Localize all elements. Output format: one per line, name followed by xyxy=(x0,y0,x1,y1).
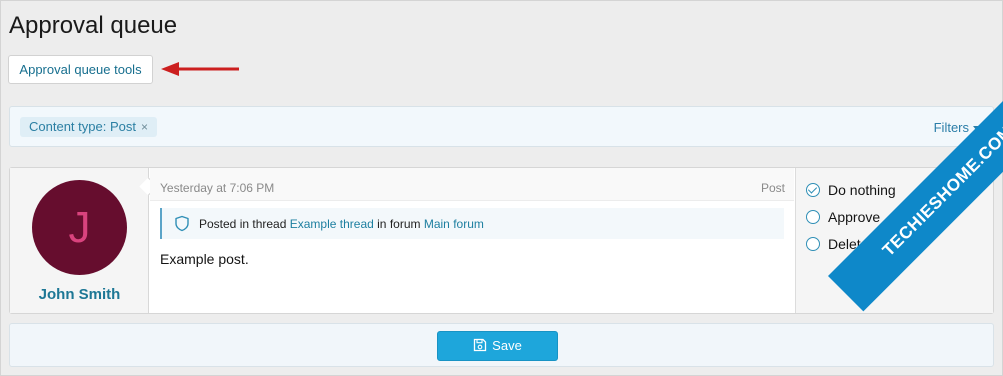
content-type-filter-chip[interactable]: Content type: Post × xyxy=(20,117,157,137)
radio-checked-icon[interactable] xyxy=(806,183,820,197)
action-label: Approve xyxy=(828,209,881,225)
thread-link[interactable]: Example thread xyxy=(290,217,374,231)
approval-queue-tools-button[interactable]: Approval queue tools xyxy=(8,55,153,84)
thread-info-middle: in forum xyxy=(377,217,421,231)
thread-info-box: Posted in thread Example thread in forum… xyxy=(160,208,784,239)
shield-icon xyxy=(175,215,189,232)
form-footer: Save xyxy=(9,323,994,367)
post-body: Example post. xyxy=(160,251,249,267)
page-title: Approval queue xyxy=(9,12,178,39)
thread-info-text: Posted in thread Example thread in forum… xyxy=(199,217,484,231)
filter-chip-label: Content type: Post xyxy=(29,119,136,134)
post-timestamp[interactable]: Yesterday at 7:06 PM xyxy=(160,181,274,195)
thread-info-prefix: Posted in thread xyxy=(199,217,287,231)
save-button[interactable]: Save xyxy=(437,331,558,361)
floppy-disk-icon xyxy=(474,338,487,352)
avatar[interactable]: J xyxy=(32,180,127,275)
filters-label: Filters xyxy=(933,120,969,135)
radio-icon[interactable] xyxy=(806,237,820,251)
filter-bar: Content type: Post × Filters xyxy=(9,106,994,147)
user-info: J John Smith xyxy=(10,168,149,313)
annotation-arrow-icon xyxy=(161,62,239,76)
username-link[interactable]: John Smith xyxy=(10,286,149,303)
message-header: Yesterday at 7:06 PM Post xyxy=(150,168,794,201)
action-label: Do nothing xyxy=(828,182,896,198)
content-type-label: Post xyxy=(760,181,785,195)
approval-queue-page: Approval queue Approval queue tools Cont… xyxy=(0,0,1003,376)
remove-filter-icon[interactable]: × xyxy=(141,120,148,134)
radio-icon[interactable] xyxy=(806,210,820,224)
save-label: Save xyxy=(492,338,522,353)
forum-link[interactable]: Main forum xyxy=(424,217,484,231)
